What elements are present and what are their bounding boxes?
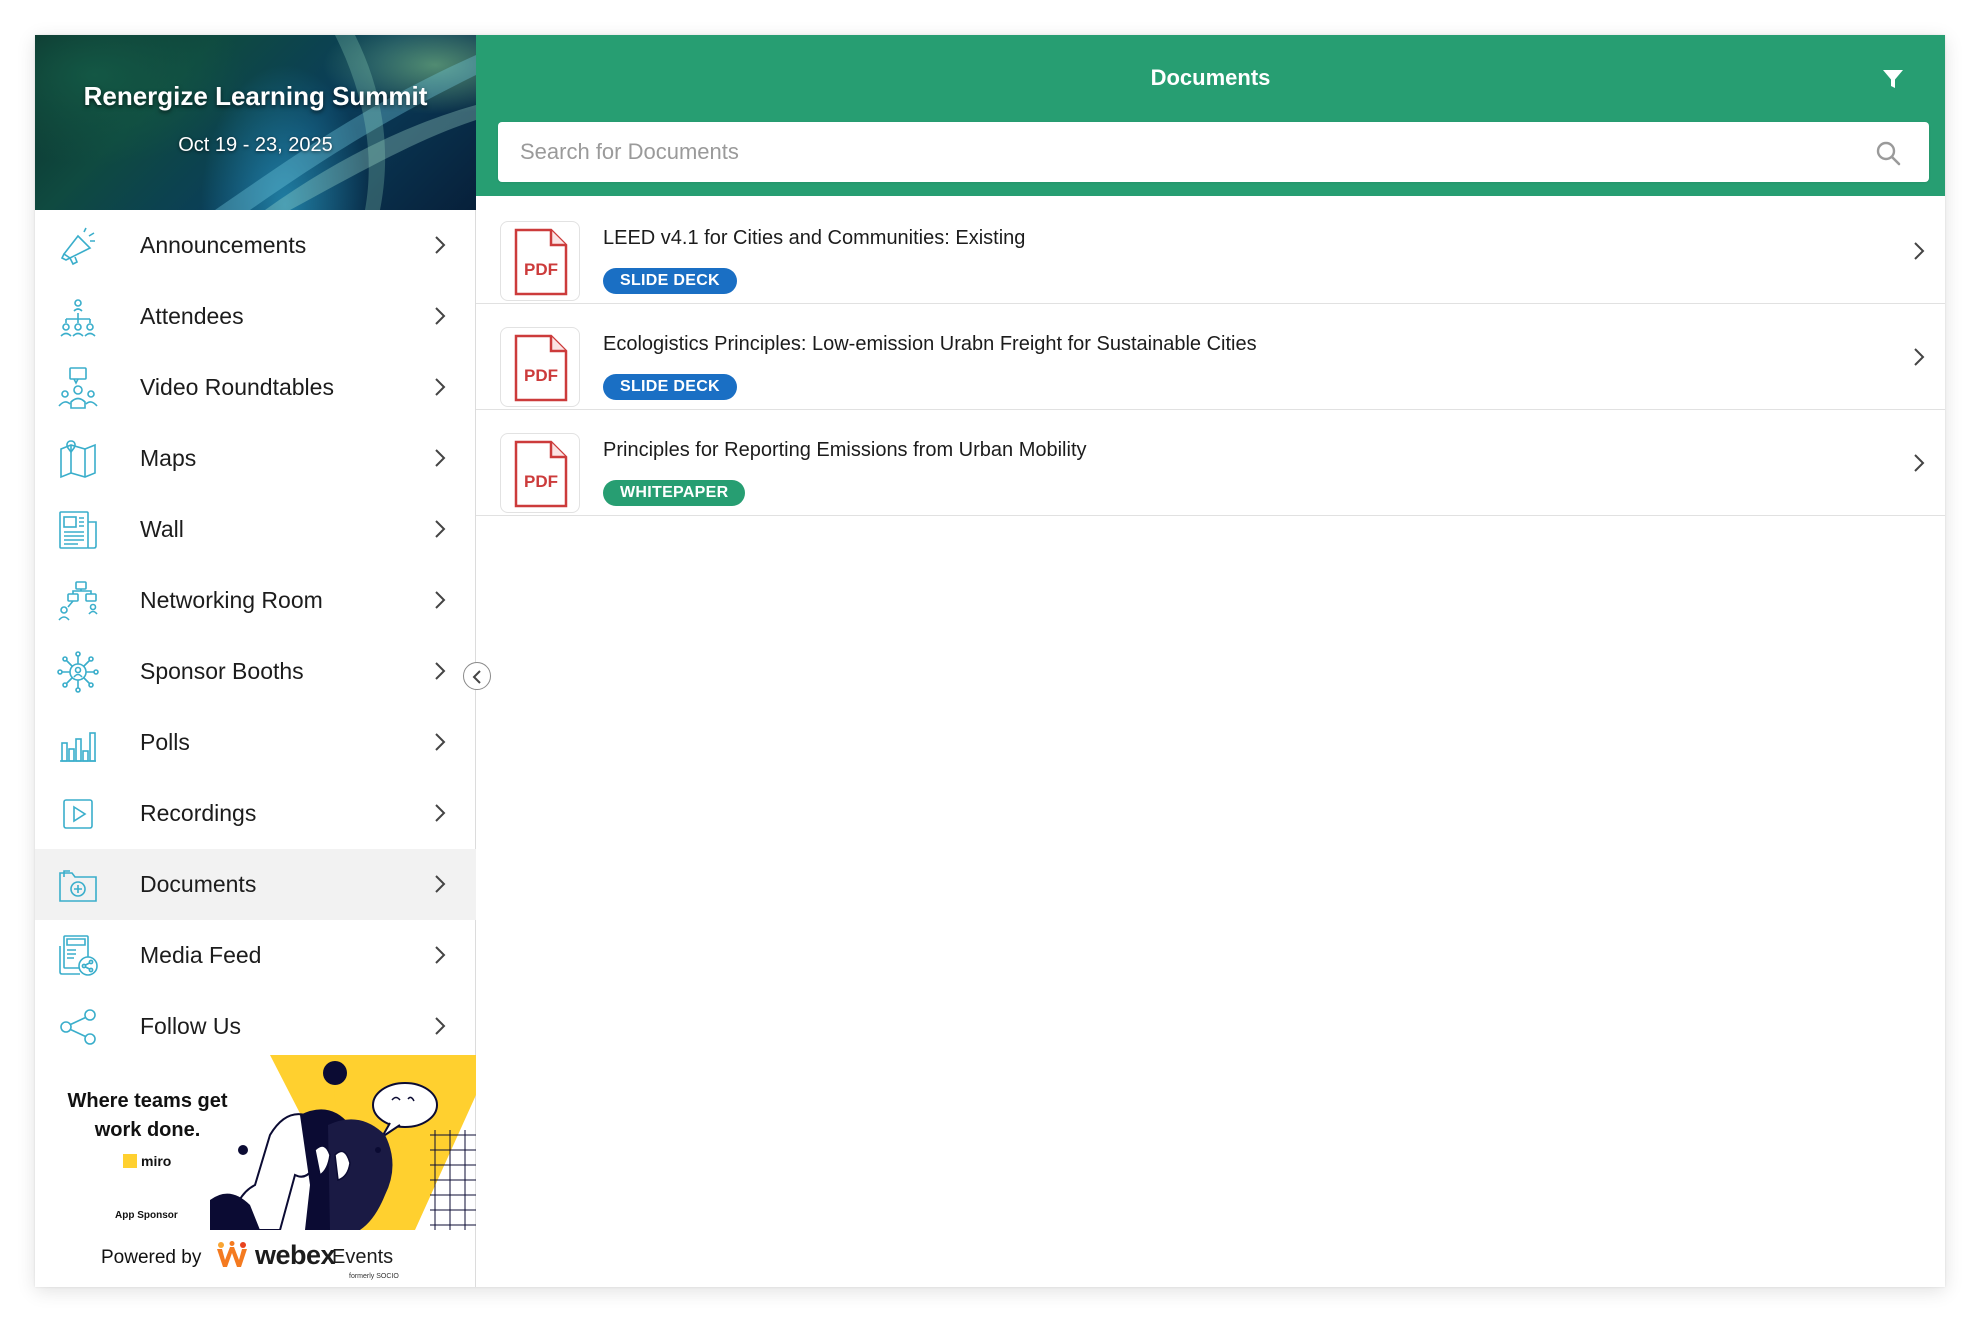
news-share-icon [59, 935, 98, 976]
sidebar-item-label: Wall [140, 516, 184, 542]
document-type-badge: WHITEPAPER [603, 480, 746, 506]
chevron-right-icon [435, 733, 446, 751]
sidebar-item-video-roundtables[interactable]: Video Roundtables [35, 352, 476, 423]
document-thumbnail: PDF [500, 327, 580, 407]
document-thumbnail: PDF [500, 433, 580, 513]
sidebar-item-label: Video Roundtables [140, 374, 334, 400]
sidebar-item-maps[interactable]: Maps [35, 423, 476, 494]
events-wordmark: Events [332, 1246, 394, 1268]
collapse-sidebar-button[interactable] [463, 662, 491, 690]
document-row[interactable]: PDF LEED v4.1 for Cities and Communities… [476, 198, 1945, 304]
webex-wordmark: webex [255, 1240, 336, 1270]
document-row[interactable]: PDF Ecologistics Principles: Low-emissio… [476, 304, 1945, 410]
newspaper-wall-icon [59, 511, 97, 549]
pdf-file-icon: PDF [514, 334, 568, 402]
sidebar-item-media-feed[interactable]: Media Feed [35, 920, 476, 991]
sidebar-item-sponsor-booths[interactable]: Sponsor Booths [35, 636, 476, 707]
document-title: LEED v4.1 for Cities and Communities: Ex… [603, 227, 1026, 249]
pdf-file-icon: PDF [514, 440, 568, 508]
sidebar-item-networking-room[interactable]: Networking Room [35, 565, 476, 636]
video-roundtable-icon [58, 367, 98, 409]
sidebar-item-attendees[interactable]: Attendees [35, 281, 476, 352]
sidebar-item-recordings[interactable]: Recordings [35, 778, 476, 849]
formerly-label: formerly SOCIO [349, 1273, 399, 1280]
page-title: Documents [1150, 65, 1271, 90]
sidebar-item-label: Recordings [140, 800, 257, 826]
chevron-right-icon [435, 236, 446, 254]
sidebar-item-label: Maps [140, 445, 197, 471]
sidebar-item-label: Sponsor Booths [140, 658, 304, 684]
document-row[interactable]: PDF Principles for Reporting Emissions f… [476, 410, 1945, 516]
chevron-right-icon [435, 449, 446, 467]
folder-plus-icon [59, 870, 97, 902]
sidebar-item-label: Announcements [140, 232, 307, 258]
search-input[interactable] [498, 122, 1929, 182]
chevron-right-icon [435, 520, 446, 538]
powered-by-footer: Powered by webex Events formerly SOCIO [35, 1230, 476, 1287]
map-icon [60, 440, 96, 479]
documents-panel: Documents PDF [476, 35, 1945, 1287]
search-icon[interactable] [1875, 140, 1901, 166]
megaphone-icon [60, 227, 95, 266]
chevron-right-icon [435, 946, 446, 964]
chevron-right-icon [435, 1017, 446, 1035]
document-thumbnail: PDF [500, 221, 580, 301]
sponsor-hub-icon [57, 651, 99, 693]
file-type-label: PDF [524, 472, 558, 491]
event-dates: Oct 19 - 23, 2025 [178, 134, 333, 156]
file-type-label: PDF [524, 366, 558, 385]
chevron-left-icon [472, 670, 481, 684]
sidebar-item-follow-us[interactable]: Follow Us [35, 991, 476, 1062]
chevron-right-icon [1914, 454, 1925, 472]
chevron-right-icon [1914, 242, 1925, 260]
document-list: PDF LEED v4.1 for Cities and Communities… [476, 198, 1945, 516]
chevron-right-icon [1914, 348, 1925, 366]
search-box [498, 122, 1929, 182]
ad-sponsor-label: App Sponsor [115, 1210, 178, 1221]
bar-chart-icon [60, 732, 96, 762]
sidebar-item-label: Follow Us [140, 1013, 241, 1039]
event-title: Renergize Learning Summit [83, 81, 428, 111]
ad-brand: miro [141, 1153, 172, 1169]
document-type-badge: SLIDE DECK [603, 268, 737, 294]
sidebar-item-label: Media Feed [140, 942, 262, 968]
chevron-right-icon [435, 804, 446, 822]
event-banner: Renergize Learning Summit Oct 19 - 23, 2… [35, 35, 476, 210]
sidebar-item-wall[interactable]: Wall [35, 494, 476, 565]
document-title: Ecologistics Principles: Low-emission Ur… [603, 333, 1257, 355]
app-window: Renergize Learning Summit Oct 19 - 23, 2… [35, 35, 1945, 1287]
ad-illustration [210, 1055, 476, 1230]
filter-icon[interactable] [1881, 67, 1905, 91]
miro-mark-icon [123, 1154, 137, 1168]
chevron-right-icon [435, 591, 446, 609]
chevron-right-icon [435, 378, 446, 396]
sidebar-item-label: Attendees [140, 303, 244, 329]
sponsor-ad[interactable]: Where teams get work done. miro App Spon… [35, 1055, 476, 1230]
sidebar-item-announcements[interactable]: Announcements [35, 210, 476, 281]
banner-artwork [215, 35, 476, 210]
pdf-file-icon: PDF [514, 228, 568, 296]
networking-icon [58, 581, 98, 621]
file-type-label: PDF [524, 260, 558, 279]
webex-logo-icon [217, 1241, 247, 1267]
sidebar-nav: Announcements Attendees Video Roundtable… [35, 210, 476, 1062]
sidebar-item-label: Polls [140, 729, 190, 755]
people-network-icon [60, 299, 96, 337]
documents-header: Documents [476, 35, 1945, 196]
play-icon [63, 799, 93, 829]
sidebar: Renergize Learning Summit Oct 19 - 23, 2… [35, 35, 476, 1287]
chevron-right-icon [435, 307, 446, 325]
chevron-right-icon [435, 662, 446, 680]
sidebar-item-label: Networking Room [140, 587, 323, 613]
document-type-badge: SLIDE DECK [603, 374, 737, 400]
share-icon [60, 1009, 96, 1045]
document-title: Principles for Reporting Emissions from … [603, 439, 1087, 461]
sidebar-item-label: Documents [140, 871, 257, 897]
sidebar-item-documents[interactable]: Documents [35, 849, 476, 920]
miro-logo: miro [123, 1153, 171, 1169]
chevron-right-icon [435, 875, 446, 893]
sidebar-item-polls[interactable]: Polls [35, 707, 476, 778]
powered-by-label: Powered by [101, 1247, 202, 1268]
